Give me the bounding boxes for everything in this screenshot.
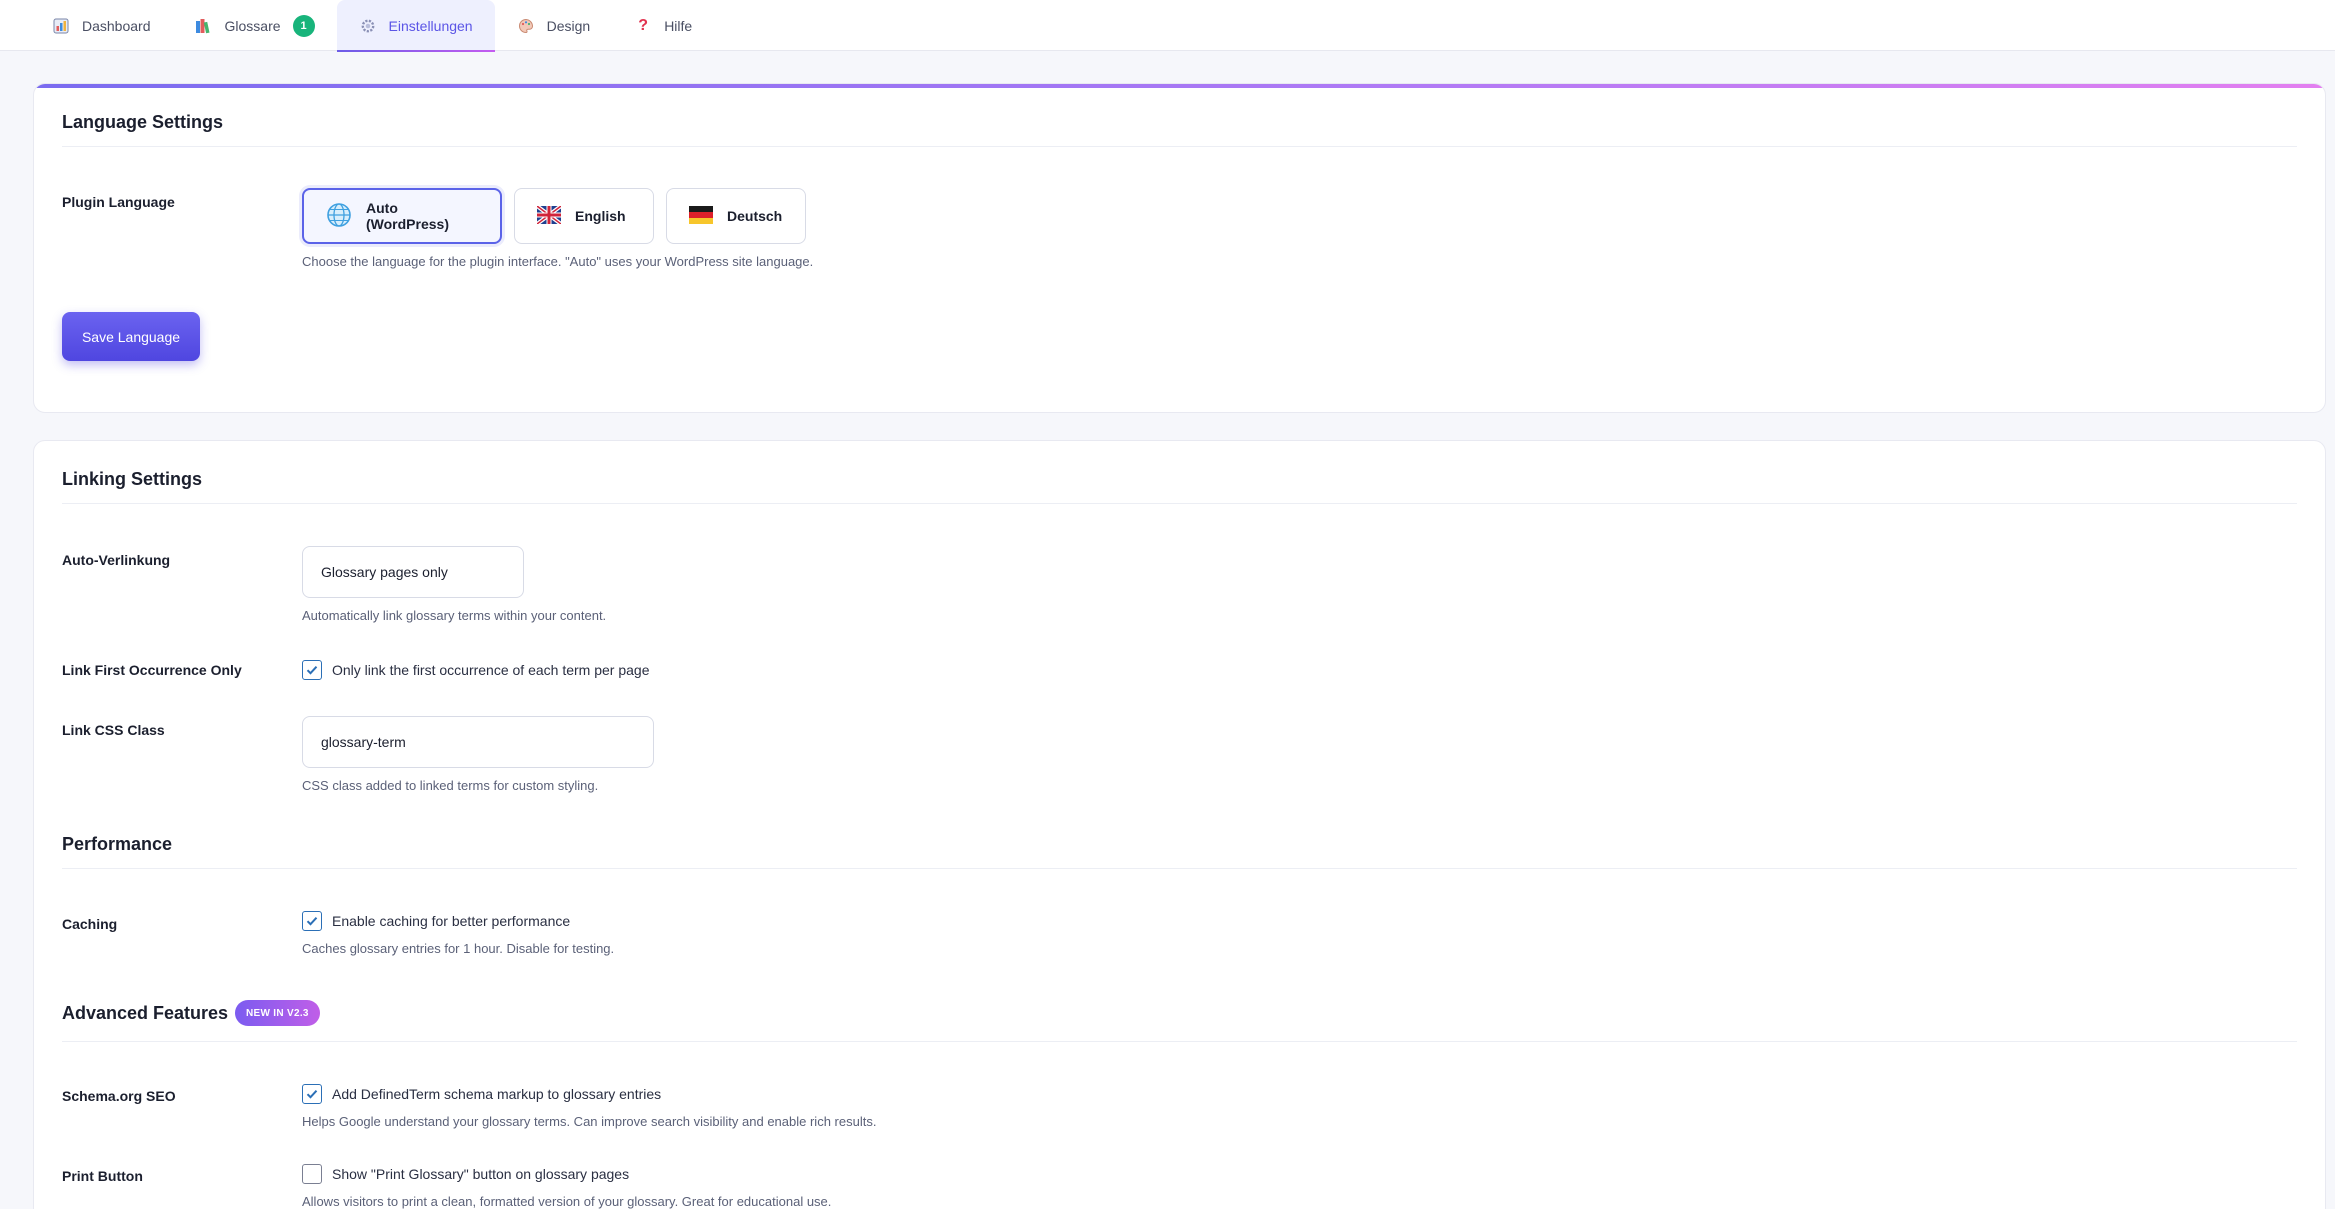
schema-seo-text: Add DefinedTerm schema markup to glossar… <box>332 1086 662 1102</box>
plugin-language-label: Plugin Language <box>62 194 175 210</box>
auto-link-label: Auto-Verlinkung <box>62 552 171 568</box>
de-flag-icon <box>689 205 713 227</box>
books-icon <box>195 17 213 35</box>
first-occurrence-checkbox[interactable] <box>302 660 322 680</box>
auto-link-value: Glossary pages only <box>321 564 448 580</box>
language-settings-card: Language Settings Plugin Language Auto (… <box>33 83 2326 413</box>
print-button-checkbox[interactable] <box>302 1164 322 1184</box>
section-divider <box>62 1041 2297 1042</box>
linking-settings-card: Linking Settings Auto-Verlinkung Glossar… <box>33 440 2326 1209</box>
language-settings-title: Language Settings <box>62 112 224 132</box>
language-help-text: Choose the language for the plugin inter… <box>302 254 814 269</box>
tab-dashboard[interactable]: Dashboard <box>30 0 173 51</box>
tab-einstellungen[interactable]: Einstellungen <box>336 0 495 52</box>
caching-text: Enable caching for better performance <box>332 913 571 929</box>
first-occurrence-label: Link First Occurrence Only <box>62 662 242 678</box>
language-option-english[interactable]: English <box>514 188 654 244</box>
language-option-deutsch[interactable]: Deutsch <box>666 188 806 244</box>
bar-chart-icon <box>52 17 70 35</box>
tab-glossare[interactable]: Glossare 1 <box>173 0 337 51</box>
tab-label: Hilfe <box>664 17 693 34</box>
glossary-count-badge: 1 <box>292 14 315 37</box>
tab-label: Design <box>546 17 591 34</box>
print-button-row: Show "Print Glossary" button on glossary… <box>302 1164 629 1184</box>
caching-help: Caches glossary entries for 1 hour. Disa… <box>302 941 615 956</box>
caching-checkbox[interactable] <box>302 911 322 931</box>
checkmark-icon <box>306 917 318 926</box>
css-class-value: glossary-term <box>321 734 406 750</box>
css-class-label: Link CSS Class <box>62 722 165 738</box>
language-option-label: Auto (WordPress) <box>366 200 449 232</box>
tab-label: Einstellungen <box>388 17 473 34</box>
schema-seo-row: Add DefinedTerm schema markup to glossar… <box>302 1084 661 1104</box>
question-icon: ? <box>638 16 649 34</box>
caching-label: Caching <box>62 916 118 932</box>
main-tabs: Dashboard Glossare 1 Einstellungen Desig… <box>0 0 2335 52</box>
language-option-label: English <box>575 208 626 224</box>
section-divider <box>62 868 2297 869</box>
gear-icon <box>359 17 377 35</box>
palette-icon <box>517 17 535 35</box>
tab-hilfe[interactable]: ? Hilfe <box>612 0 714 51</box>
first-occurrence-text: Only link the first occurrence of each t… <box>332 662 650 678</box>
tab-label: Dashboard <box>82 17 151 34</box>
first-occurrence-row: Only link the first occurrence of each t… <box>302 660 649 680</box>
uk-flag-icon <box>535 203 563 227</box>
save-language-button[interactable]: Save Language <box>62 312 200 361</box>
section-divider <box>62 146 2297 147</box>
linking-settings-title: Linking Settings <box>62 469 203 489</box>
globe-icon <box>326 202 352 231</box>
print-button-label: Print Button <box>62 1168 143 1184</box>
new-version-badge: NEW IN V2.3 <box>235 1000 320 1026</box>
css-class-help: CSS class added to linked terms for cust… <box>302 778 599 793</box>
print-button-text: Show "Print Glossary" button on glossary… <box>332 1166 630 1182</box>
advanced-features-title: Advanced Features <box>62 1003 229 1023</box>
checkmark-icon <box>306 666 318 675</box>
print-button-help: Allows visitors to print a clean, format… <box>302 1194 832 1209</box>
css-class-input[interactable]: glossary-term <box>302 716 654 768</box>
tab-design[interactable]: Design <box>495 0 613 51</box>
performance-title: Performance <box>62 834 173 854</box>
schema-seo-help: Helps Google understand your glossary te… <box>302 1114 877 1129</box>
section-divider <box>62 503 2297 504</box>
caching-row: Enable caching for better performance <box>302 911 570 931</box>
tab-label: Glossare <box>224 17 281 34</box>
schema-seo-label: Schema.org SEO <box>62 1088 176 1104</box>
auto-link-help: Automatically link glossary terms within… <box>302 608 607 623</box>
auto-link-select[interactable]: Glossary pages only <box>302 546 524 598</box>
settings-page: Dashboard Glossare 1 Einstellungen Desig… <box>0 0 2335 1209</box>
language-option-auto[interactable]: Auto (WordPress) <box>302 188 502 244</box>
language-option-label: Deutsch <box>727 208 783 224</box>
schema-seo-checkbox[interactable] <box>302 1084 322 1104</box>
checkmark-icon <box>306 1090 318 1099</box>
language-options: Auto (WordPress) English Deutsch <box>302 188 806 244</box>
